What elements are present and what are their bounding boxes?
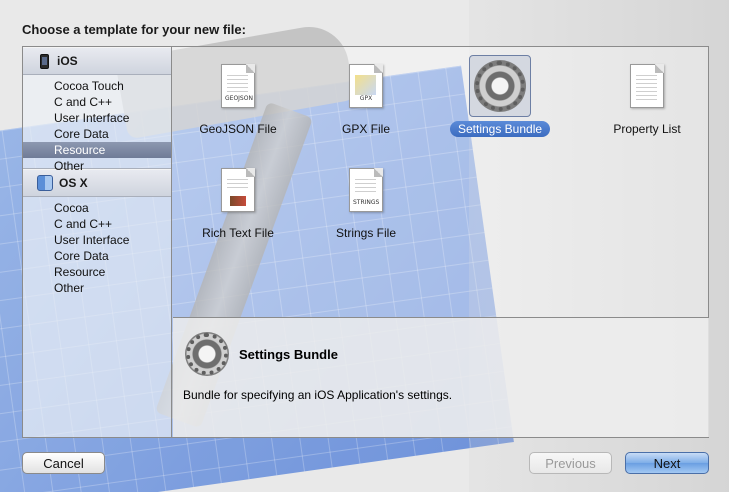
template-detail-pane: Settings Bundle Bundle for specifying an…: [173, 317, 709, 437]
property-list-file-icon: [630, 64, 664, 108]
template-label: Property List: [613, 122, 681, 136]
geojson-file-icon: GEOJSON: [221, 64, 255, 108]
section-label: iOS: [57, 54, 78, 68]
previous-button[interactable]: Previous: [529, 452, 612, 474]
section-label: OS X: [59, 176, 88, 190]
template-label: GPX File: [341, 122, 390, 136]
sidebar-item-user-interface[interactable]: User Interface: [23, 110, 171, 126]
osx-category-list: Cocoa C and C++ User Interface Core Data…: [23, 197, 171, 300]
sidebar-item-resource[interactable]: Resource: [23, 142, 171, 158]
strings-file-icon: STRINGS: [349, 168, 383, 212]
template-label: Settings Bundle: [449, 121, 551, 137]
sidebar-item-c-and-cpp[interactable]: C and C++: [23, 216, 171, 232]
template-grid: GEOJSON GeoJSON File GPX GPX File Settin…: [173, 47, 709, 317]
new-file-dialog: Choose a template for your new file: iOS…: [0, 0, 729, 492]
sidebar-item-other[interactable]: Other: [23, 280, 171, 296]
sidebar-item-core-data[interactable]: Core Data: [23, 248, 171, 264]
template-strings-file[interactable]: STRINGS Strings File: [301, 159, 431, 259]
next-button[interactable]: Next: [625, 452, 709, 474]
sidebar-item-user-interface[interactable]: User Interface: [23, 232, 171, 248]
sidebar-item-c-and-cpp[interactable]: C and C++: [23, 94, 171, 110]
section-header-osx[interactable]: OS X: [23, 169, 171, 197]
sidebar-item-cocoa-touch[interactable]: Cocoa Touch: [23, 78, 171, 94]
gpx-file-icon: GPX: [349, 64, 383, 108]
cancel-button[interactable]: Cancel: [22, 452, 105, 474]
sidebar-item-resource[interactable]: Resource: [23, 264, 171, 280]
finder-icon: [37, 175, 53, 191]
sidebar-item-cocoa[interactable]: Cocoa: [23, 200, 171, 216]
dialog-title: Choose a template for your new file:: [22, 22, 246, 37]
template-gpx-file[interactable]: GPX GPX File: [301, 55, 431, 155]
template-settings-bundle[interactable]: Settings Bundle: [435, 55, 565, 155]
ios-category-list: Cocoa Touch C and C++ User Interface Cor…: [23, 75, 171, 173]
detail-description: Bundle for specifying an iOS Application…: [183, 388, 453, 402]
section-header-ios[interactable]: iOS: [23, 47, 171, 75]
template-property-list[interactable]: Property List: [582, 55, 712, 155]
template-label: Strings File: [335, 226, 397, 240]
settings-gear-icon: [474, 60, 526, 112]
rich-text-file-icon: [221, 168, 255, 212]
detail-title: Settings Bundle: [239, 347, 338, 362]
template-label: GeoJSON File: [199, 122, 277, 136]
platform-sidebar: iOS Cocoa Touch C and C++ User Interface…: [23, 47, 172, 437]
template-label: Rich Text File: [202, 226, 274, 240]
template-chooser-panel: iOS Cocoa Touch C and C++ User Interface…: [22, 46, 709, 438]
iphone-icon: [40, 53, 49, 69]
sidebar-item-core-data[interactable]: Core Data: [23, 126, 171, 142]
template-rich-text-file[interactable]: Rich Text File: [173, 159, 303, 259]
settings-gear-icon: [185, 332, 229, 376]
template-geojson-file[interactable]: GEOJSON GeoJSON File: [173, 55, 303, 155]
